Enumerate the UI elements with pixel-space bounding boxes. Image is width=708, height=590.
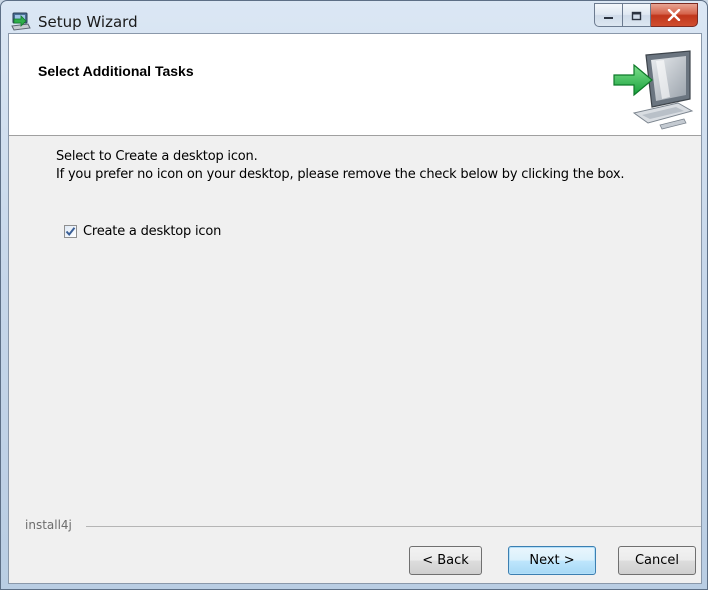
maximize-icon xyxy=(631,6,643,25)
brand-label: install4j xyxy=(25,518,72,532)
desktop-icon-checkbox-row[interactable]: Create a desktop icon xyxy=(64,224,221,239)
window-title: Setup Wizard xyxy=(38,13,138,31)
next-button[interactable]: Next > xyxy=(508,546,596,575)
computer-with-green-arrow-icon xyxy=(612,49,694,131)
wizard-client-area: Select Additional Tasks Select to Create… xyxy=(8,33,702,584)
footer-separator: install4j xyxy=(9,518,701,534)
minimize-button[interactable] xyxy=(594,3,623,27)
minimize-icon xyxy=(603,6,615,25)
close-button[interactable] xyxy=(651,3,698,27)
description-line-1: Select to Create a desktop icon. xyxy=(56,149,258,164)
desktop-icon-checkbox-label[interactable]: Create a desktop icon xyxy=(83,224,221,239)
setup-wizard-computer-icon xyxy=(10,11,32,33)
cancel-button[interactable]: Cancel xyxy=(618,546,696,575)
checkmark-icon xyxy=(65,222,76,241)
description-line-2: If you prefer no icon on your desktop, p… xyxy=(56,167,625,182)
wizard-header: Select Additional Tasks xyxy=(9,34,701,136)
separator-line xyxy=(86,526,701,527)
maximize-button[interactable] xyxy=(623,3,651,27)
desktop-icon-checkbox[interactable] xyxy=(64,225,77,238)
setup-wizard-window: Setup Wizard Select Additional Tasks Sel… xyxy=(0,0,708,590)
back-button[interactable]: < Back xyxy=(409,546,482,575)
caption-buttons xyxy=(594,3,698,28)
close-icon xyxy=(667,6,681,25)
description: Select to Create a desktop icon. If you … xyxy=(56,148,624,184)
page-title: Select Additional Tasks xyxy=(38,63,194,79)
